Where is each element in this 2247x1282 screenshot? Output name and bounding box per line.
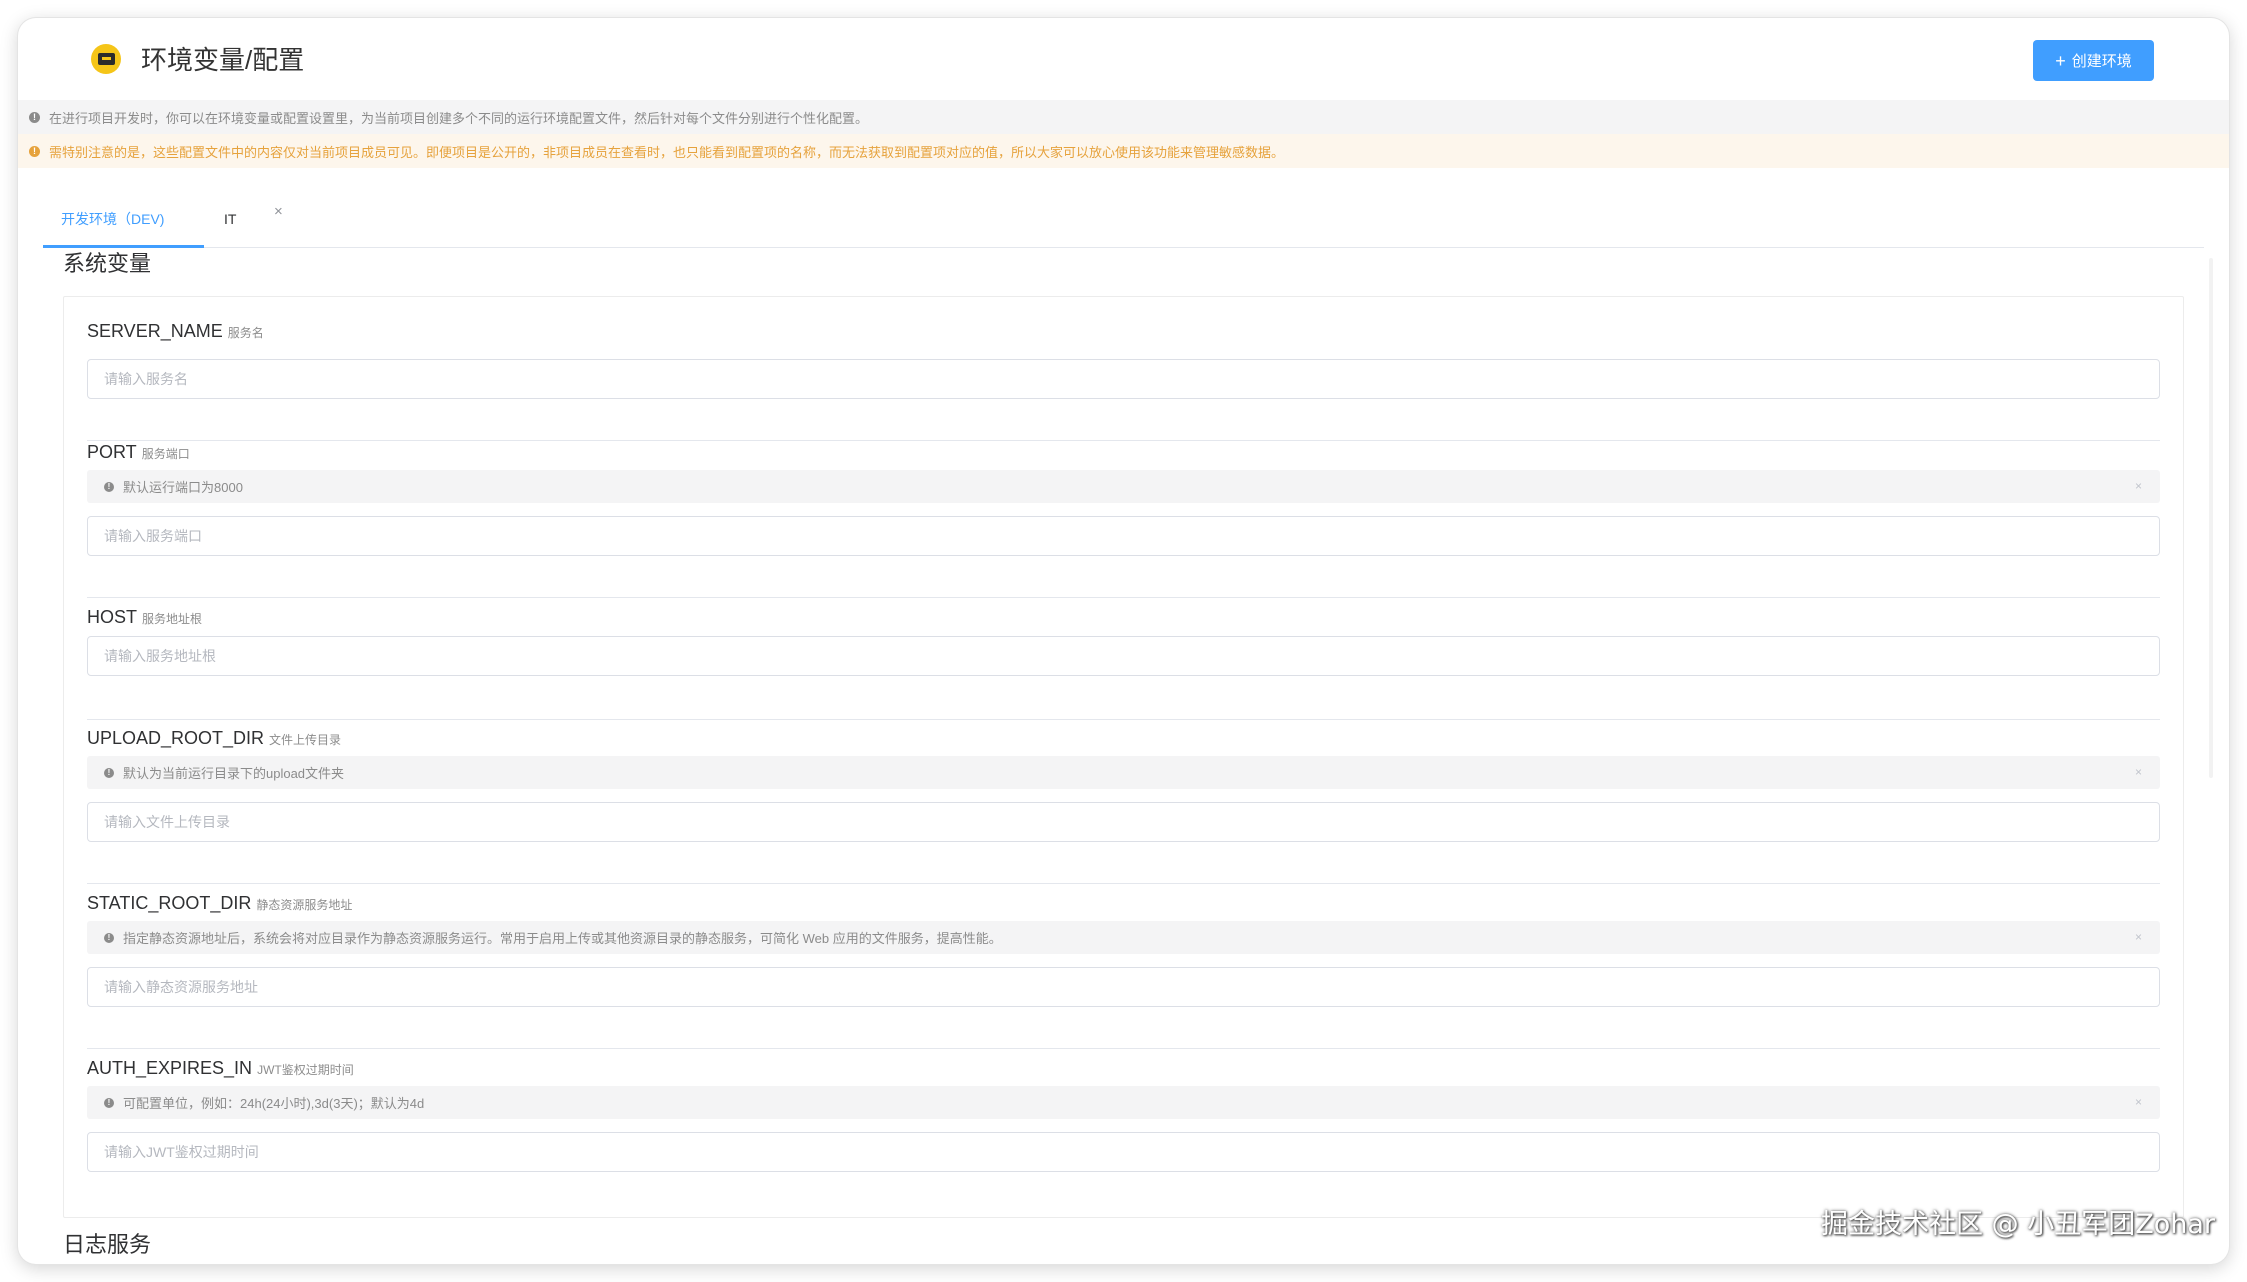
- field-key: AUTH_EXPIRES_IN: [87, 1058, 253, 1078]
- field-label: PORT 服务端口: [87, 442, 190, 466]
- hint-close-icon[interactable]: ×: [2135, 765, 2142, 779]
- field-static-root-dir: STATIC_ROOT_DIR 静态资源服务地址 ! 指定静态资源地址后，系统会…: [87, 893, 2160, 1058]
- warning-notice-text: 需特别注意的是，这些配置文件中的内容仅对当前项目成员可见。即便项目是公开的，非项…: [49, 144, 1285, 160]
- environment-tabs: 开发环境（DEV) IT ×: [43, 190, 2204, 248]
- info-icon: !: [104, 932, 114, 943]
- field-divider: [87, 597, 2160, 598]
- section-title-system-variables: 系统变量: [63, 251, 152, 276]
- field-key: STATIC_ROOT_DIR: [87, 893, 252, 913]
- field-key: SERVER_NAME: [87, 321, 223, 341]
- app-logo-icon: [91, 44, 121, 74]
- field-port: PORT 服务端口 ! 默认运行端口为8000 ×: [87, 442, 2160, 607]
- field-hint-text: 可配置单位，例如：24h(24小时),3d(3天)；默认为4d: [123, 1096, 425, 1111]
- field-description: 服务端口: [141, 447, 190, 461]
- info-notice-text: 在进行项目开发时，你可以在环境变量或配置设置里，为当前项目创建多个不同的运行环境…: [49, 110, 869, 126]
- watermark: 掘金技术社区 @ 小丑军团Zohar: [1821, 1209, 2215, 1240]
- hint-close-icon[interactable]: ×: [2135, 479, 2142, 493]
- info-icon: !: [104, 767, 114, 778]
- system-variables-card: SERVER_NAME 服务名 PORT 服务端口 ! 默认运行端口为8000 …: [63, 296, 2184, 1218]
- field-key: HOST: [87, 607, 138, 627]
- field-label: UPLOAD_ROOT_DIR 文件上传目录: [87, 728, 341, 752]
- field-divider: [87, 1048, 2160, 1049]
- field-label: SERVER_NAME 服务名: [87, 321, 264, 345]
- field-description: 服务地址根: [142, 612, 203, 626]
- field-label: AUTH_EXPIRES_IN JWT鉴权过期时间: [87, 1058, 354, 1082]
- info-icon: !: [29, 111, 40, 123]
- field-auth-expires-in: AUTH_EXPIRES_IN JWT鉴权过期时间 ! 可配置单位，例如：24h…: [87, 1058, 2160, 1208]
- field-key: PORT: [87, 442, 137, 462]
- info-icon: !: [104, 481, 114, 492]
- create-environment-label: 创建环境: [2071, 53, 2132, 70]
- field-divider: [87, 883, 2160, 884]
- field-hint: ! 指定静态资源地址后，系统会将对应目录作为静态资源服务运行。常用于启用上传或其…: [87, 921, 2160, 954]
- field-key: UPLOAD_ROOT_DIR: [87, 728, 265, 748]
- field-hint: ! 默认运行端口为8000 ×: [87, 470, 2160, 503]
- field-label: HOST 服务地址根: [87, 607, 202, 631]
- server-name-input[interactable]: [87, 359, 2160, 399]
- field-description: JWT鉴权过期时间: [257, 1063, 354, 1077]
- field-description: 文件上传目录: [269, 733, 342, 747]
- field-server-name: SERVER_NAME 服务名: [87, 321, 2160, 441]
- field-description: 静态资源服务地址: [256, 898, 353, 912]
- field-hint-text: 默认运行端口为8000: [123, 480, 243, 495]
- port-input[interactable]: [87, 516, 2160, 556]
- section-title-log-service: 日志服务: [63, 1232, 152, 1257]
- app-window: 环境变量/配置 + 创建环境 ! 在进行项目开发时，你可以在环境变量或配置设置里…: [18, 18, 2229, 1264]
- field-divider: [87, 440, 2160, 441]
- info-icon: !: [104, 1097, 114, 1108]
- field-hint: ! 可配置单位，例如：24h(24小时),3d(3天)；默认为4d ×: [87, 1086, 2160, 1119]
- tab-dev[interactable]: 开发环境（DEV): [61, 190, 164, 247]
- page-header: 环境变量/配置 + 创建环境: [18, 18, 2229, 100]
- field-upload-root-dir: UPLOAD_ROOT_DIR 文件上传目录 ! 默认为当前运行目录下的uplo…: [87, 728, 2160, 893]
- field-description: 服务名: [227, 326, 264, 340]
- info-notice: ! 在进行项目开发时，你可以在环境变量或配置设置里，为当前项目创建多个不同的运行…: [18, 100, 2229, 134]
- tab-it[interactable]: IT: [224, 190, 236, 247]
- scrollbar[interactable]: [2209, 258, 2213, 778]
- field-hint: ! 默认为当前运行目录下的upload文件夹 ×: [87, 756, 2160, 789]
- field-hint-text: 默认为当前运行目录下的upload文件夹: [123, 766, 345, 781]
- plus-icon: +: [2055, 50, 2066, 71]
- warning-notice: ! 需特别注意的是，这些配置文件中的内容仅对当前项目成员可见。即便项目是公开的，…: [18, 134, 2229, 168]
- warning-icon: !: [29, 145, 40, 157]
- static-root-dir-input[interactable]: [87, 967, 2160, 1007]
- field-hint-text: 指定静态资源地址后，系统会将对应目录作为静态资源服务运行。常用于启用上传或其他资…: [123, 931, 1002, 946]
- host-input[interactable]: [87, 636, 2160, 676]
- field-divider: [87, 719, 2160, 720]
- page-title: 环境变量/配置: [141, 45, 305, 75]
- field-host: HOST 服务地址根: [87, 607, 2160, 727]
- field-label: STATIC_ROOT_DIR 静态资源服务地址: [87, 893, 352, 917]
- tab-it-close-icon[interactable]: ×: [274, 203, 283, 220]
- auth-expires-in-input[interactable]: [87, 1132, 2160, 1172]
- hint-close-icon[interactable]: ×: [2135, 930, 2142, 944]
- upload-root-dir-input[interactable]: [87, 802, 2160, 842]
- create-environment-button[interactable]: + 创建环境: [2033, 40, 2154, 81]
- hint-close-icon[interactable]: ×: [2135, 1095, 2142, 1109]
